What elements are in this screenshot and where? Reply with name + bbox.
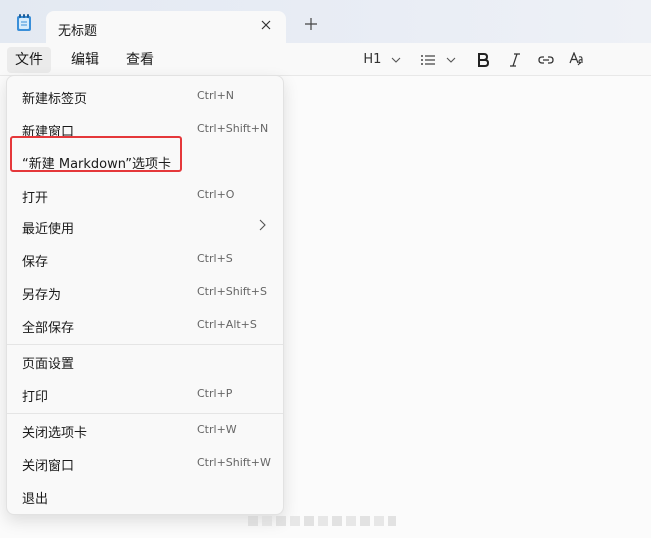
menu-edit[interactable]: 编辑: [63, 47, 107, 73]
menu-item-close-window[interactable]: 关闭窗口 Ctrl+Shift+W: [11, 448, 279, 478]
tab-title: 无标题: [58, 24, 98, 39]
menu-item-label: 另存为: [22, 288, 62, 303]
highlight-annotation-box: [10, 136, 182, 172]
menu-item-page-setup[interactable]: 页面设置: [11, 346, 279, 376]
menu-item-close-tab[interactable]: 关闭选项卡 Ctrl+W: [11, 415, 279, 445]
close-icon[interactable]: [258, 17, 274, 33]
menu-item-shortcut: Ctrl+W: [197, 423, 237, 436]
menu-item-recent[interactable]: 最近使用: [11, 211, 279, 241]
menu-item-label: 关闭选项卡: [22, 426, 88, 441]
title-bar: 无标题: [0, 0, 651, 43]
menu-item-shortcut: Ctrl+O: [197, 188, 235, 201]
heading-label: H1: [363, 52, 382, 67]
menu-item-label: 关闭窗口: [22, 459, 75, 474]
heading-dropdown[interactable]: H1: [362, 49, 402, 71]
menu-item-open[interactable]: 打开 Ctrl+O: [11, 180, 279, 210]
menu-item-shortcut: Ctrl+Shift+W: [197, 456, 271, 469]
spellcheck-icon: [569, 50, 583, 65]
italic-icon: [510, 52, 520, 67]
menu-item-label: 退出: [22, 492, 49, 507]
menu-item-label: 打开: [22, 191, 49, 206]
menu-item-save[interactable]: 保存 Ctrl+S: [11, 244, 279, 274]
bold-button[interactable]: [472, 49, 494, 71]
list-icon: [421, 54, 436, 65]
chevron-down-icon: [391, 57, 400, 63]
menu-item-label: 打印: [22, 390, 49, 405]
menu-item-shortcut: Ctrl+N: [197, 89, 235, 102]
watermark-logo: [248, 516, 396, 526]
menu-item-exit[interactable]: 退出: [11, 481, 279, 511]
menu-item-label: 保存: [22, 255, 49, 270]
menu-item-shortcut: Ctrl+S: [197, 252, 233, 265]
menu-item-print[interactable]: 打印 Ctrl+P: [11, 379, 279, 409]
menu-item-save-all[interactable]: 全部保存 Ctrl+Alt+S: [11, 310, 279, 340]
menu-view[interactable]: 查看: [118, 47, 162, 73]
chevron-down-icon: [446, 57, 455, 63]
plus-icon[interactable]: [302, 17, 320, 35]
link-icon: [538, 55, 554, 64]
notepad-app-icon: [17, 14, 31, 31]
menu-item-label: 页面设置: [22, 357, 75, 372]
menu-item-label: 新建标签页: [22, 92, 88, 107]
link-button[interactable]: [535, 49, 557, 71]
spellcheck-button[interactable]: [567, 49, 589, 71]
menu-file[interactable]: 文件: [7, 47, 51, 73]
menu-item-label: 全部保存: [22, 321, 75, 336]
menu-item-shortcut: Ctrl+Shift+S: [197, 285, 267, 298]
menu-item-shortcut: Ctrl+P: [197, 387, 233, 400]
menu-separator: [7, 413, 283, 414]
chevron-right-icon: [259, 219, 266, 231]
menu-item-label: 最近使用: [22, 222, 75, 237]
menu-bar: 文件 编辑 查看 H1: [0, 43, 651, 76]
bold-icon: [478, 52, 490, 67]
menu-item-shortcut: Ctrl+Alt+S: [197, 318, 257, 331]
menu-item-save-as[interactable]: 另存为 Ctrl+Shift+S: [11, 277, 279, 307]
tab-untitled[interactable]: 无标题: [46, 11, 286, 43]
list-dropdown[interactable]: [418, 49, 458, 71]
italic-button[interactable]: [504, 49, 526, 71]
menu-separator: [7, 344, 283, 345]
menu-item-new-tab[interactable]: 新建标签页 Ctrl+N: [11, 81, 279, 111]
menu-item-shortcut: Ctrl+Shift+N: [197, 122, 269, 135]
